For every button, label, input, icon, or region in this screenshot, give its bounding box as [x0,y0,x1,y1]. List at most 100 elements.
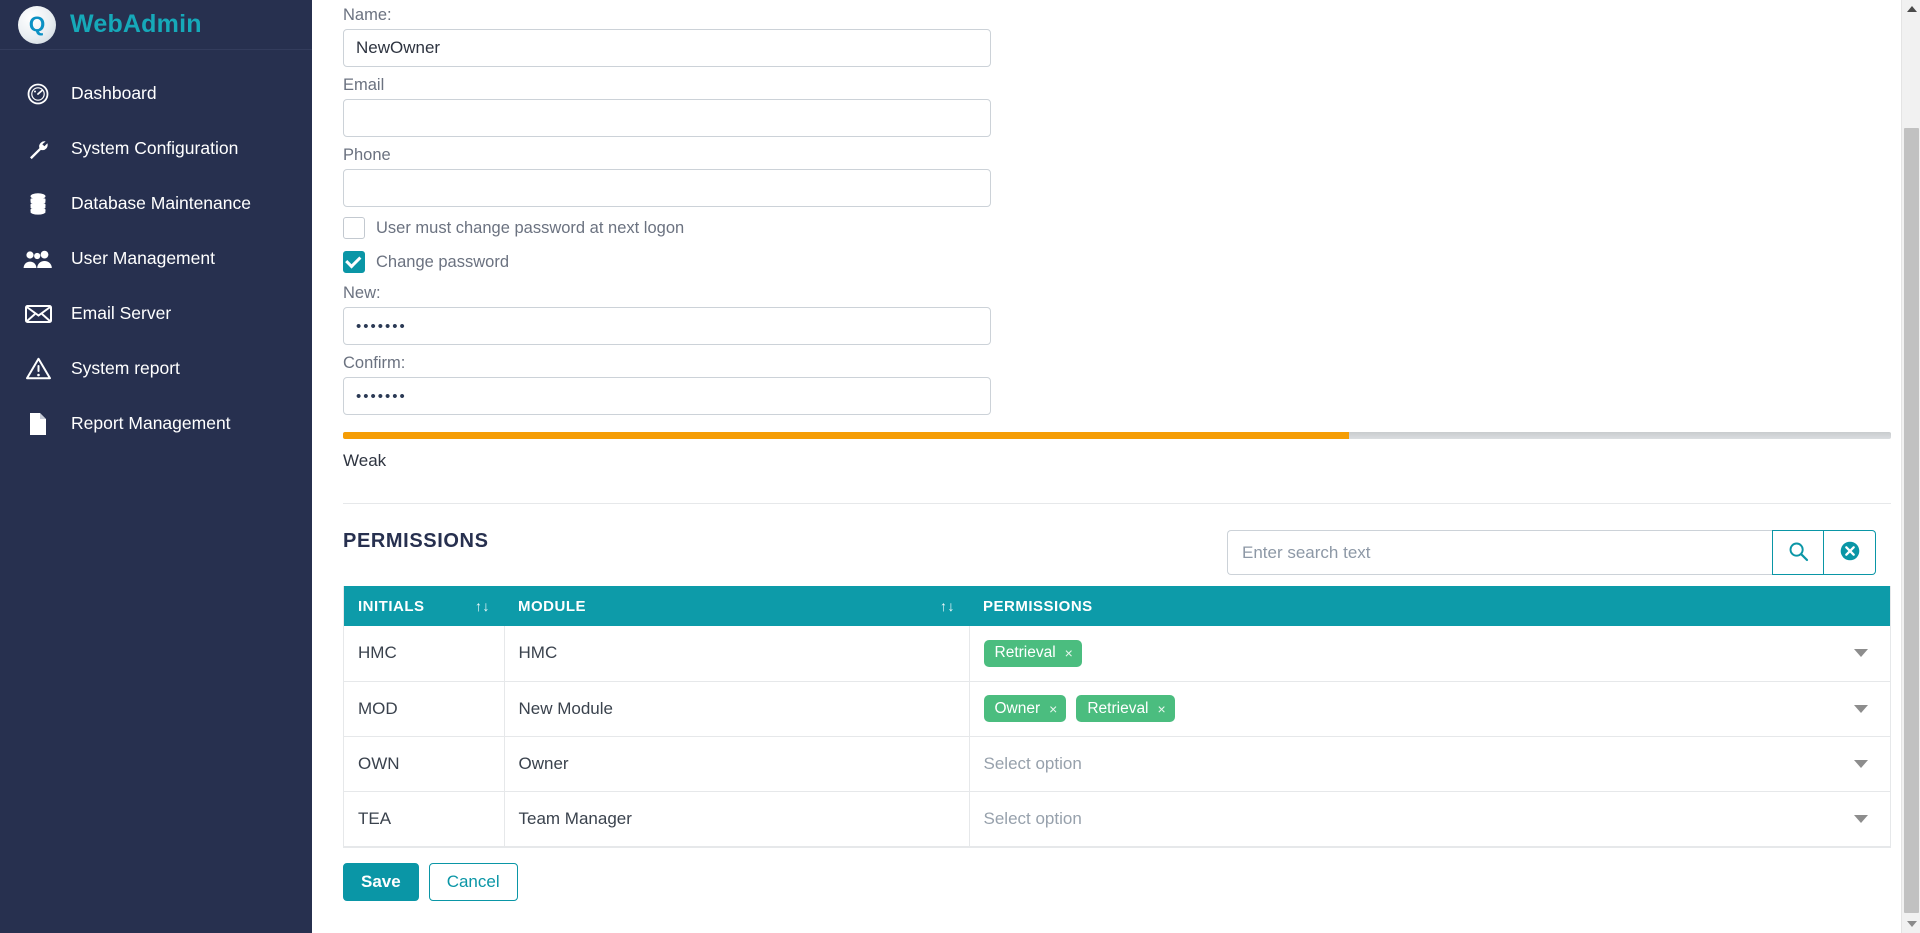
magnifier-icon [1788,541,1809,565]
cancel-button[interactable]: Cancel [428,862,518,901]
sidebar-item-label: Database Maintenance [71,193,251,213]
main-content: Name: Email Phone User must change passw… [312,0,1920,933]
chevron-down-icon[interactable] [1854,759,1868,768]
tag-label: Retrieval [1087,699,1149,717]
sidebar-item-label: Email Server [71,303,172,323]
table-row: MOD New Module Owner × Retrieval × [344,681,1890,737]
confirm-password-input[interactable] [343,377,991,415]
permissions-table-body: HMC HMC Retrieval × MOD New Module Owner… [344,626,1890,847]
form-actions: Save Cancel [343,862,1878,901]
sidebar-item-dashboard[interactable]: Dashboard [0,66,312,121]
column-header-module[interactable]: MODULE ↑↓ [504,586,969,626]
password-strength-label: Weak [343,451,387,470]
permissions-search [1227,530,1876,575]
sidebar-nav: Dashboard System Configuration Database … [0,50,312,451]
cell-permissions[interactable]: Select option [969,791,1890,847]
name-input[interactable] [343,29,991,67]
sidebar-item-label: User Management [71,248,215,268]
email-input[interactable] [343,99,991,137]
app-root: Q WebAdmin Dashboard System Configuratio… [0,0,1920,933]
table-row: HMC HMC Retrieval × [344,626,1890,682]
must-change-password-row[interactable]: User must change password at next logon [343,215,1878,241]
permission-tag[interactable]: Retrieval × [1076,695,1175,722]
column-header-initials[interactable]: INITIALS ↑↓ [344,586,504,626]
sidebar-item-label: Dashboard [71,83,157,103]
clear-circle-icon [1839,540,1861,565]
sidebar-item-label: System Configuration [71,138,239,158]
chevron-down-icon[interactable] [1854,649,1868,658]
sort-icon[interactable]: ↑↓ [940,598,955,614]
phone-label: Phone [343,146,391,164]
brand[interactable]: Q WebAdmin [0,0,312,50]
password-strength: Weak [343,432,1891,471]
scroll-down-arrow-icon[interactable] [1902,915,1920,933]
table-row: OWN Owner Select option [344,736,1890,792]
envelope-icon [23,299,53,329]
app-logo-icon: Q [18,5,56,44]
cell-permissions[interactable]: Owner × Retrieval × [969,681,1890,737]
tag-label: Retrieval [994,644,1056,662]
confirm-password-label: Confirm: [343,354,406,372]
sort-icon[interactable]: ↑↓ [475,598,490,614]
sidebar-item-email-server[interactable]: Email Server [0,286,312,341]
clear-search-button[interactable] [1824,530,1876,575]
must-change-password-label: User must change password at next logon [376,218,685,237]
database-icon [23,189,53,219]
search-input[interactable] [1227,530,1772,575]
cell-initials: MOD [344,681,505,737]
permissions-table-wrapper: INITIALS ↑↓ MODULE ↑↓ PERMISSIONS HMC HM… [343,586,1891,848]
chevron-down-icon[interactable] [1854,704,1868,713]
cell-permissions[interactable]: Retrieval × [969,626,1890,682]
document-icon [23,409,53,439]
warning-triangle-icon [23,354,53,384]
phone-input[interactable] [343,169,991,207]
brand-name: WebAdmin [70,10,202,38]
permission-tag[interactable]: Owner × [983,695,1067,722]
cell-initials: OWN [344,736,505,792]
logo-letter: Q [28,13,46,36]
must-change-password-checkbox[interactable] [343,217,365,239]
tag-remove-icon[interactable]: × [1049,702,1057,716]
tag-list: Owner × Retrieval × [983,695,1845,722]
tag-remove-icon[interactable]: × [1065,646,1073,660]
table-header-row: INITIALS ↑↓ MODULE ↑↓ PERMISSIONS [344,586,1890,626]
vertical-scrollbar[interactable] [1901,0,1920,933]
scroll-up-arrow-icon[interactable] [1902,0,1920,18]
cell-module: Owner [504,736,970,792]
sidebar-item-system-report[interactable]: System report [0,341,312,396]
tag-label: Owner [994,699,1041,717]
save-button[interactable]: Save [343,862,419,901]
new-password-input[interactable] [343,307,991,345]
sidebar-item-database-maintenance[interactable]: Database Maintenance [0,176,312,231]
column-label: PERMISSIONS [983,597,1093,615]
cell-permissions[interactable]: Select option [969,736,1890,792]
sidebar-item-label: Report Management [71,413,231,433]
chevron-down-icon[interactable] [1854,814,1868,823]
sidebar-item-report-management[interactable]: Report Management [0,396,312,451]
scrollbar-thumb[interactable] [1904,128,1919,913]
cell-initials: TEA [344,791,505,847]
cell-module: Team Manager [504,791,970,847]
sidebar-item-user-management[interactable]: User Management [0,231,312,286]
cell-initials: HMC [344,626,505,682]
email-label: Email [343,76,385,94]
change-password-row[interactable]: Change password [343,249,1878,275]
tag-list: Retrieval × [983,639,1845,667]
search-button[interactable] [1772,530,1824,575]
sidebar-item-label: System report [71,358,180,378]
sidebar-item-system-configuration[interactable]: System Configuration [0,121,312,176]
sidebar: Q WebAdmin Dashboard System Configuratio… [0,0,312,933]
tag-remove-icon[interactable]: × [1158,702,1166,716]
section-divider [343,503,1891,504]
column-label: INITIALS [358,597,425,615]
users-icon [23,244,53,274]
permission-tag[interactable]: Retrieval × [983,639,1082,667]
table-row: TEA Team Manager Select option [344,791,1890,847]
column-label: MODULE [518,597,586,615]
cell-module: HMC [504,626,970,682]
change-password-checkbox[interactable] [343,251,365,273]
column-header-permissions: PERMISSIONS [969,586,1890,626]
change-password-label: Change password [376,252,509,271]
select-placeholder: Select option [983,808,1082,828]
user-form: Name: Email Phone User must change passw… [312,6,1920,901]
